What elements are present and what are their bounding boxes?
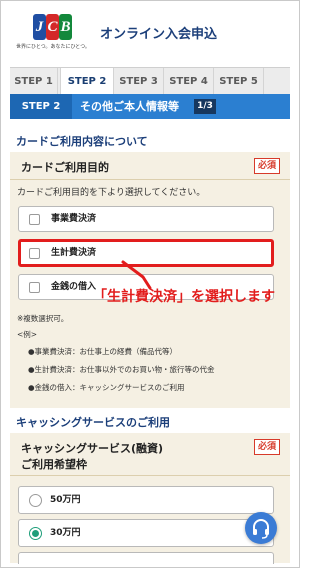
logo-block-blue: J bbox=[33, 14, 46, 40]
logo-tagline: 世界にひとつ。あなたにひとつ。 bbox=[16, 44, 90, 50]
logo-block-red: C bbox=[46, 14, 59, 40]
checkbox-cash-loan[interactable] bbox=[29, 282, 40, 293]
logo-block-green: B bbox=[59, 14, 72, 40]
step-1: STEP 1 bbox=[10, 68, 58, 95]
required-badge: 必須 bbox=[254, 158, 280, 174]
current-step-label: STEP 2 bbox=[10, 94, 72, 119]
cashing-title-line2: ご利用希望枠 bbox=[21, 458, 87, 471]
required-badge: 必須 bbox=[254, 439, 280, 455]
step-3: STEP 3 bbox=[114, 68, 164, 95]
option-limit-next[interactable] bbox=[18, 552, 274, 564]
option-business-expense[interactable]: 事業費決済 bbox=[18, 206, 274, 232]
note-example-loan: ●金銭の借入：キャッシングサービスのご利用 bbox=[28, 383, 185, 392]
option-label: 30万円 bbox=[50, 528, 81, 538]
headset-icon bbox=[253, 519, 269, 539]
checkbox-business-expense[interactable] bbox=[29, 214, 40, 225]
panel-divider bbox=[10, 179, 290, 180]
jcb-logo: J C B bbox=[33, 14, 73, 40]
option-label: 事業費決済 bbox=[51, 214, 97, 224]
note-example-living: ●生計費決済：お仕事以外でのお買い物・旅行等の代金 bbox=[28, 365, 215, 374]
step-subheader: STEP 2 その他ご本人情報等 1/3 bbox=[10, 94, 290, 119]
option-label: 金銭の借入 bbox=[51, 282, 97, 292]
radio-limit-30[interactable] bbox=[29, 527, 42, 540]
step-2-current: STEP 2 bbox=[60, 68, 114, 95]
option-living-expense[interactable]: 生計費決済 bbox=[18, 239, 274, 267]
checkbox-living-expense[interactable] bbox=[29, 248, 40, 259]
step-4: STEP 4 bbox=[164, 68, 214, 95]
page-title: オンライン入会申込 bbox=[100, 27, 218, 42]
purpose-instruction: カードご利用目的を下より選択してください。 bbox=[17, 188, 206, 198]
note-multiple-select: ※複数選択可。 bbox=[17, 314, 69, 323]
app-header: J C B 世界にひとつ。あなたにひとつ。 オンライン入会申込 bbox=[1, 1, 299, 63]
card-purpose-title: カードご利用目的 bbox=[21, 161, 109, 174]
support-chat-button[interactable] bbox=[245, 512, 277, 544]
step-title: その他ご本人情報等 bbox=[80, 100, 179, 113]
radio-limit-50[interactable] bbox=[29, 494, 42, 507]
option-label: 50万円 bbox=[50, 495, 81, 505]
step-5: STEP 5 bbox=[214, 68, 264, 95]
note-example-business: ●事業費決済：お仕事上の経費（備品代等） bbox=[28, 347, 178, 356]
step-progress: STEP 1 STEP 2 STEP 3 STEP 4 STEP 5 bbox=[10, 67, 290, 95]
cashing-title-line1: キャッシングサービス(融資) bbox=[21, 442, 164, 455]
page-indicator: 1/3 bbox=[194, 99, 216, 114]
section-heading-cashing: キャッシングサービスのご利用 bbox=[10, 412, 290, 434]
option-label: 生計費決済 bbox=[51, 248, 97, 258]
note-example-heading: <例> bbox=[17, 330, 38, 339]
panel-divider bbox=[10, 475, 290, 476]
option-limit-30[interactable]: 30万円 bbox=[18, 519, 274, 547]
option-limit-50[interactable]: 50万円 bbox=[18, 486, 274, 514]
callout-annotation: 「生計費決済」を選択します bbox=[93, 289, 275, 305]
section-heading-card-usage: カードご利用内容について bbox=[10, 131, 290, 153]
